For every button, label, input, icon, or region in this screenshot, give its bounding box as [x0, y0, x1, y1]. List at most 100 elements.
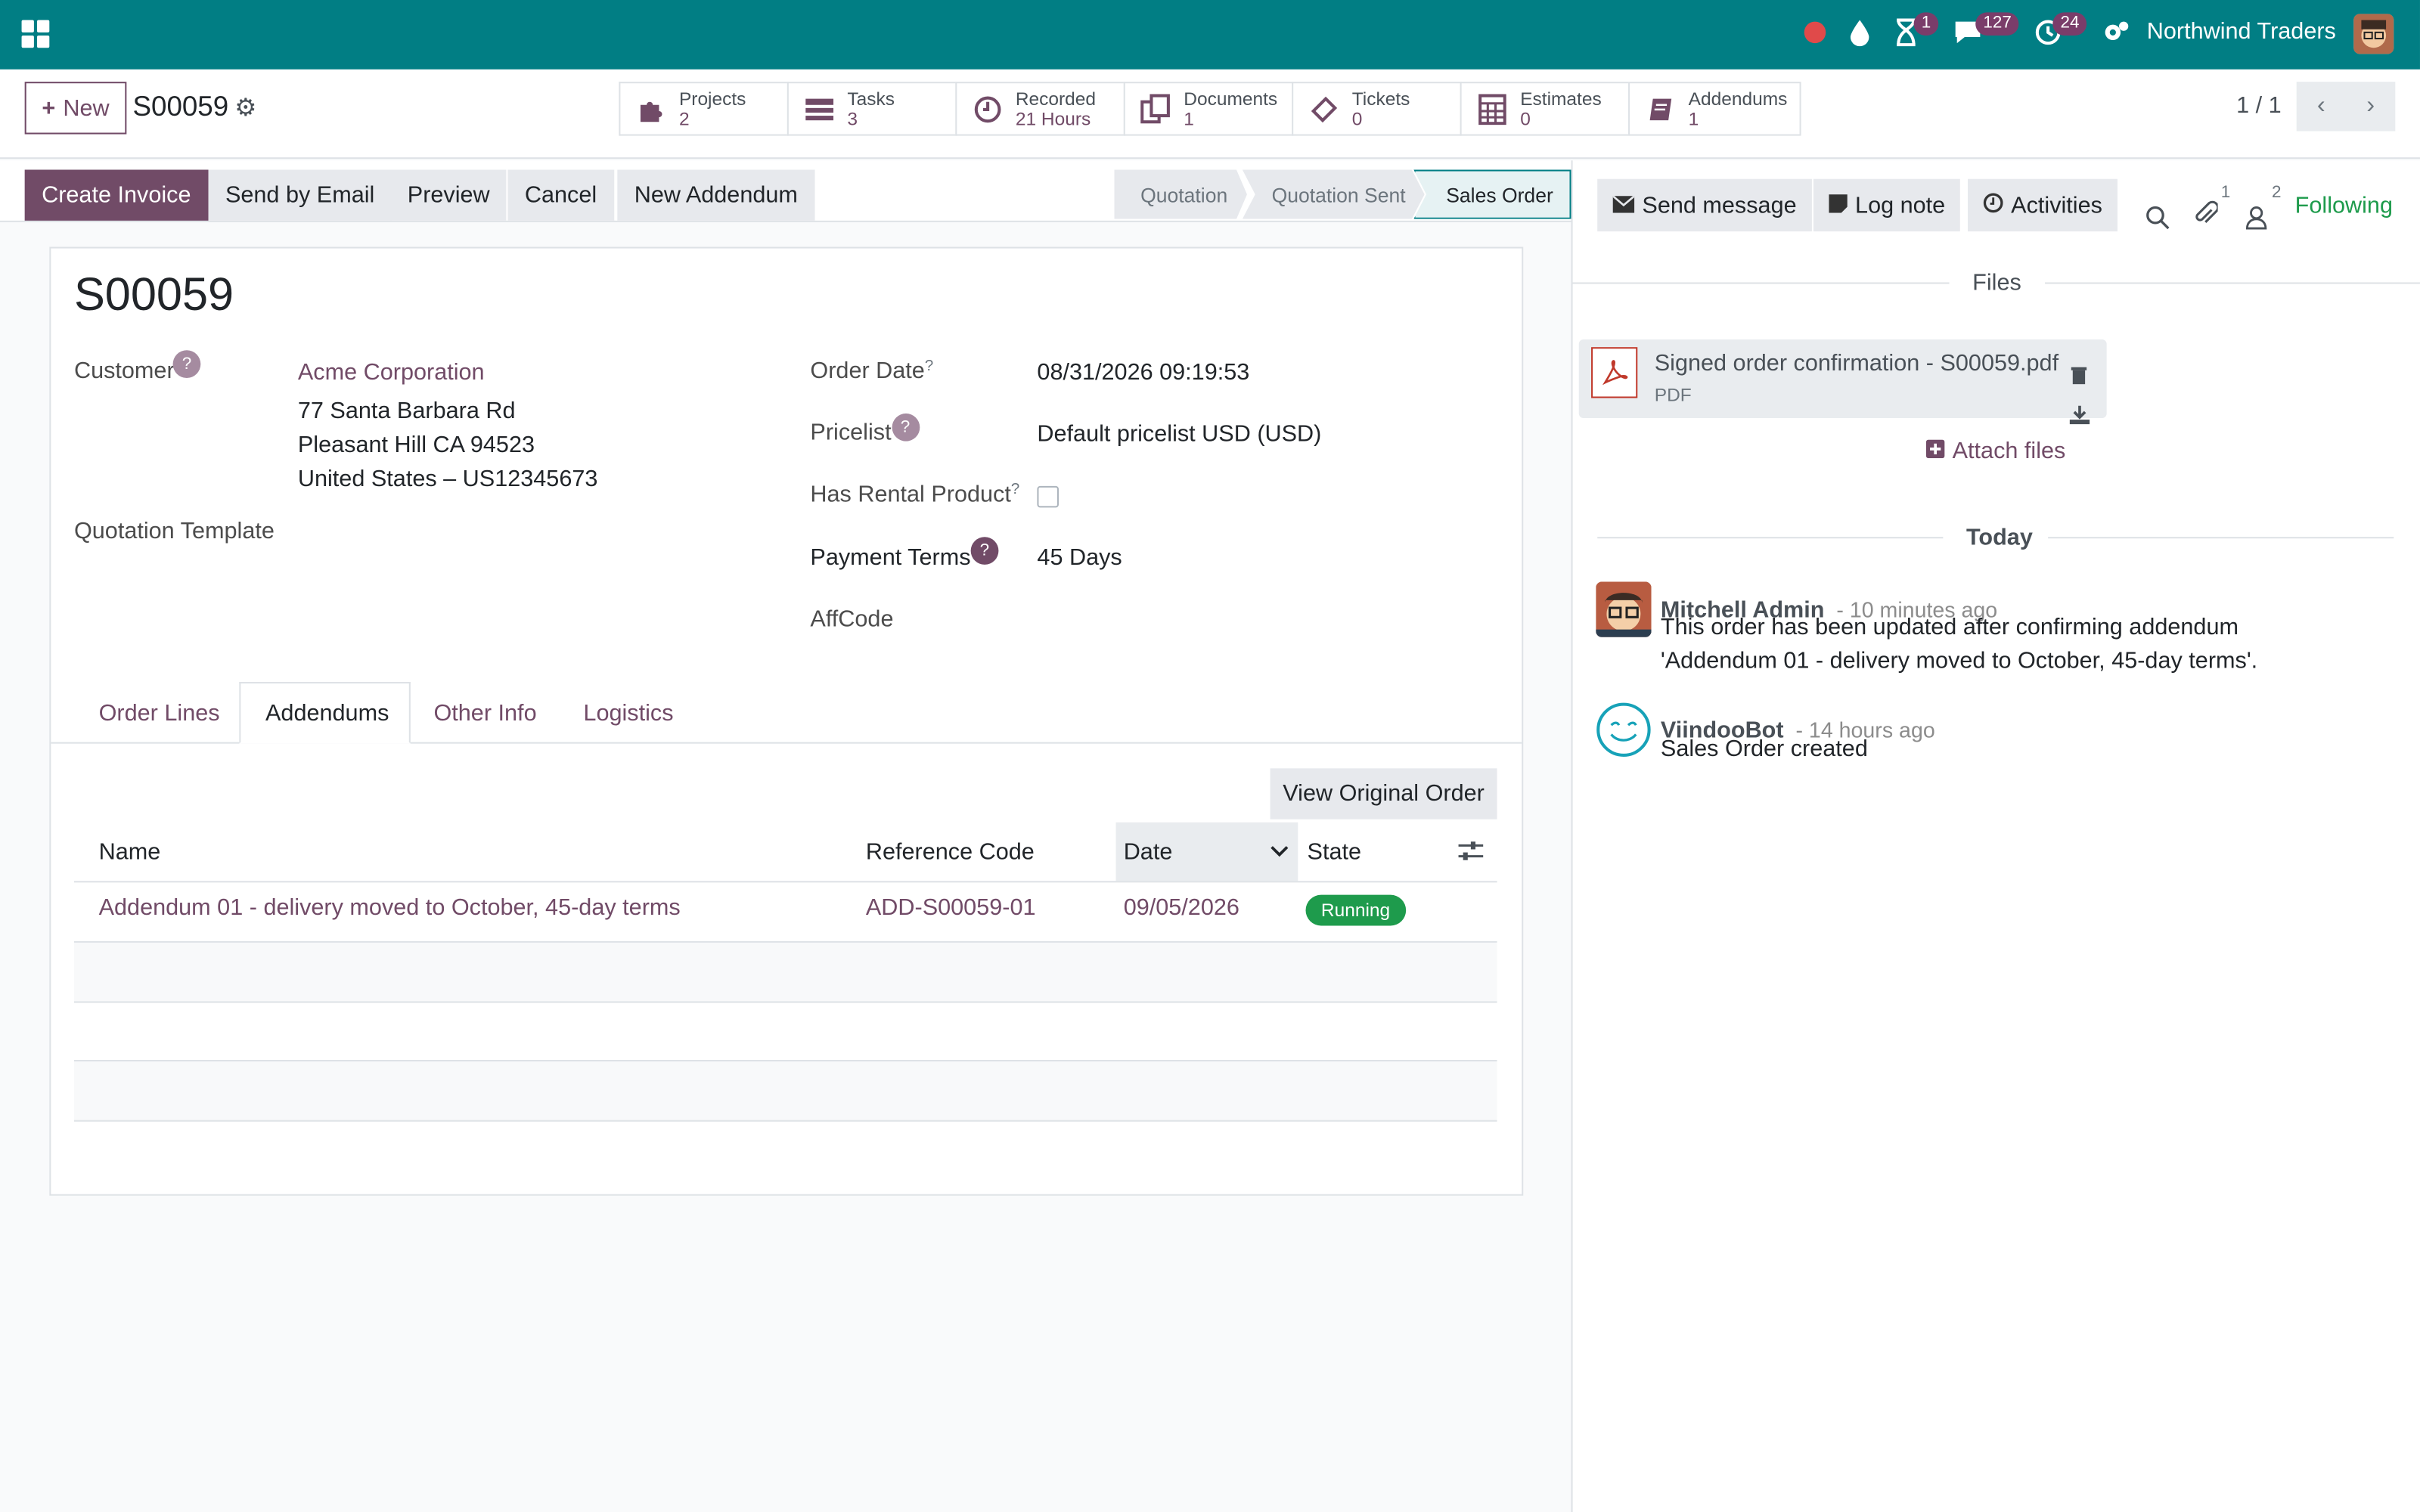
help-icon[interactable]: ? — [172, 350, 201, 378]
new-addendum-button[interactable]: New Addendum — [617, 169, 815, 221]
clock-activity-icon[interactable]: 24 — [2034, 12, 2087, 54]
record-status-icon[interactable] — [1804, 21, 1826, 44]
log-note-button[interactable]: Log note — [1813, 178, 1961, 232]
rental-label: Has Rental Product? — [810, 481, 1020, 508]
pricelist-label-text: Pricelist — [810, 420, 892, 446]
smart-button-estimates[interactable]: Estimates 0 — [1460, 82, 1630, 136]
smart-button-projects[interactable]: Projects 2 — [619, 82, 789, 136]
files-divider-left — [1571, 282, 1950, 284]
attachments-count: 1 — [2220, 183, 2231, 203]
calculator-icon — [1477, 93, 1508, 125]
smart-title: Tickets — [1351, 87, 1410, 109]
customer-link[interactable]: Acme Corporation — [298, 360, 485, 386]
attachment-name[interactable]: Signed order confirmation - S00059.pdf — [1655, 350, 2059, 376]
preview-button[interactable]: Preview — [390, 169, 507, 221]
record-gear-icon[interactable]: ⚙ — [234, 92, 256, 123]
smart-button-documents[interactable]: Documents 1 — [1123, 82, 1294, 136]
smart-value: 0 — [1351, 107, 1363, 129]
smart-value: 1 — [1184, 107, 1194, 129]
smart-button-tickets[interactable]: Tickets 0 — [1292, 82, 1462, 136]
stage-quotation[interactable]: Quotation — [1114, 169, 1247, 219]
help-icon[interactable]: ? — [891, 413, 920, 442]
attach-files-button[interactable]: Attach files — [1925, 438, 2066, 465]
order-date-value[interactable]: 08/31/2026 09:19:53 — [1037, 360, 1249, 386]
pricelist-value[interactable]: Default pricelist USD (USD) — [1037, 421, 1321, 448]
book-icon — [1645, 93, 1676, 124]
attach-files-label: Attach files — [1952, 438, 2066, 465]
view-original-order-button[interactable]: View Original Order — [1270, 768, 1497, 820]
mitchell-avatar[interactable] — [1596, 581, 1652, 637]
rental-checkbox[interactable] — [1037, 485, 1059, 508]
pager-value[interactable]: 1 / 1 — [2236, 92, 2282, 119]
header-divider — [73, 881, 1497, 883]
order-title: S00059 — [73, 270, 234, 321]
send-by-email-button[interactable]: Send by Email — [208, 169, 392, 221]
column-date[interactable]: Date — [1124, 823, 1173, 881]
smart-title: Addendums — [1688, 87, 1788, 109]
clock-icon — [1983, 192, 2003, 218]
payment-terms-label-text: Payment Terms — [810, 544, 971, 572]
user-avatar[interactable] — [2353, 14, 2394, 54]
chevron-down-icon[interactable] — [1270, 823, 1289, 881]
today-header: Today — [1965, 524, 2033, 551]
attachment-type: PDF — [1654, 384, 1692, 406]
payment-terms-label: Payment Terms? — [810, 537, 999, 572]
column-reference-code[interactable]: Reference Code — [866, 823, 1035, 881]
stage-quotation-sent[interactable]: Quotation Sent — [1242, 169, 1425, 219]
message-body-line2: 'Addendum 01 - delivery moved to October… — [1660, 648, 2258, 674]
log-note-label: Log note — [1855, 192, 1946, 218]
customer-label-text: Customer — [73, 358, 175, 385]
smart-button-tasks[interactable]: Tasks 3 — [786, 82, 957, 136]
smart-button-addendums[interactable]: Addendums 1 — [1628, 82, 1801, 136]
pager-previous-button[interactable]: ‹ — [2296, 82, 2347, 132]
send-message-button[interactable]: Send message — [1597, 178, 1813, 232]
payment-terms-value[interactable]: 45 Days — [1037, 544, 1122, 571]
status-badge: Running — [1305, 894, 1406, 926]
pdf-file-icon — [1591, 347, 1638, 398]
messages-icon[interactable]: 127 — [1953, 12, 2020, 54]
apps-menu-icon[interactable] — [21, 20, 50, 48]
download-icon[interactable] — [2069, 386, 2090, 435]
messages-badge: 127 — [1975, 12, 2020, 36]
drop-icon[interactable] — [1849, 18, 1871, 54]
activities-badge: 24 — [2052, 12, 2087, 36]
followers-count: 2 — [2272, 183, 2282, 203]
smart-title: Projects — [678, 87, 746, 109]
create-invoice-button[interactable]: Create Invoice — [24, 169, 208, 221]
new-button[interactable]: + New — [24, 82, 127, 135]
followers-icon[interactable] — [2245, 191, 2267, 240]
activity-badge: 1 — [1913, 12, 1939, 36]
optional-columns-icon[interactable] — [1457, 823, 1485, 881]
tab-logistics[interactable]: Logistics — [559, 682, 698, 744]
tab-addendums[interactable]: Addendums — [239, 682, 411, 744]
pager-next-button[interactable]: › — [2346, 82, 2396, 132]
viindoobot-avatar[interactable] — [1596, 702, 1651, 769]
activity-hourglass-icon[interactable]: 1 — [1895, 12, 1939, 54]
following-toggle[interactable]: Following — [2295, 193, 2393, 219]
activities-button[interactable]: Activities — [1968, 178, 2118, 232]
addendum-date[interactable]: 09/05/2026 — [1124, 895, 1239, 922]
send-message-label: Send message — [1642, 192, 1797, 218]
tab-other-info[interactable]: Other Info — [409, 682, 561, 744]
clock-icon — [973, 93, 1004, 124]
puzzle-icon — [636, 93, 667, 124]
smart-button-recorded[interactable]: Recorded 21 Hours — [955, 82, 1125, 136]
column-name[interactable]: Name — [99, 823, 161, 881]
rental-label-text: Has Rental Product — [810, 481, 1011, 508]
plus-square-icon — [1925, 438, 1945, 465]
stage-sales-order[interactable]: Sales Order — [1413, 169, 1571, 219]
smart-value: 21 Hours — [1015, 107, 1091, 129]
column-state[interactable]: State — [1308, 823, 1361, 881]
address-line-2: Pleasant Hill CA 94523 — [297, 432, 535, 459]
search-icon[interactable] — [2145, 191, 2170, 240]
quotation-template-label: Quotation Template — [73, 518, 275, 545]
help-icon[interactable]: ? — [970, 537, 999, 565]
addendum-reference[interactable]: ADD-S00059-01 — [866, 895, 1036, 922]
affcode-label: AffCode — [810, 606, 894, 633]
paperclip-icon[interactable] — [2193, 190, 2220, 239]
settings-gears-icon[interactable] — [2102, 18, 2130, 54]
tab-order-lines[interactable]: Order Lines — [74, 682, 244, 744]
company-name[interactable]: Northwind Traders — [2147, 18, 2336, 45]
cancel-button[interactable]: Cancel — [507, 169, 614, 221]
addendum-name-link[interactable]: Addendum 01 - delivery moved to October,… — [99, 895, 681, 922]
